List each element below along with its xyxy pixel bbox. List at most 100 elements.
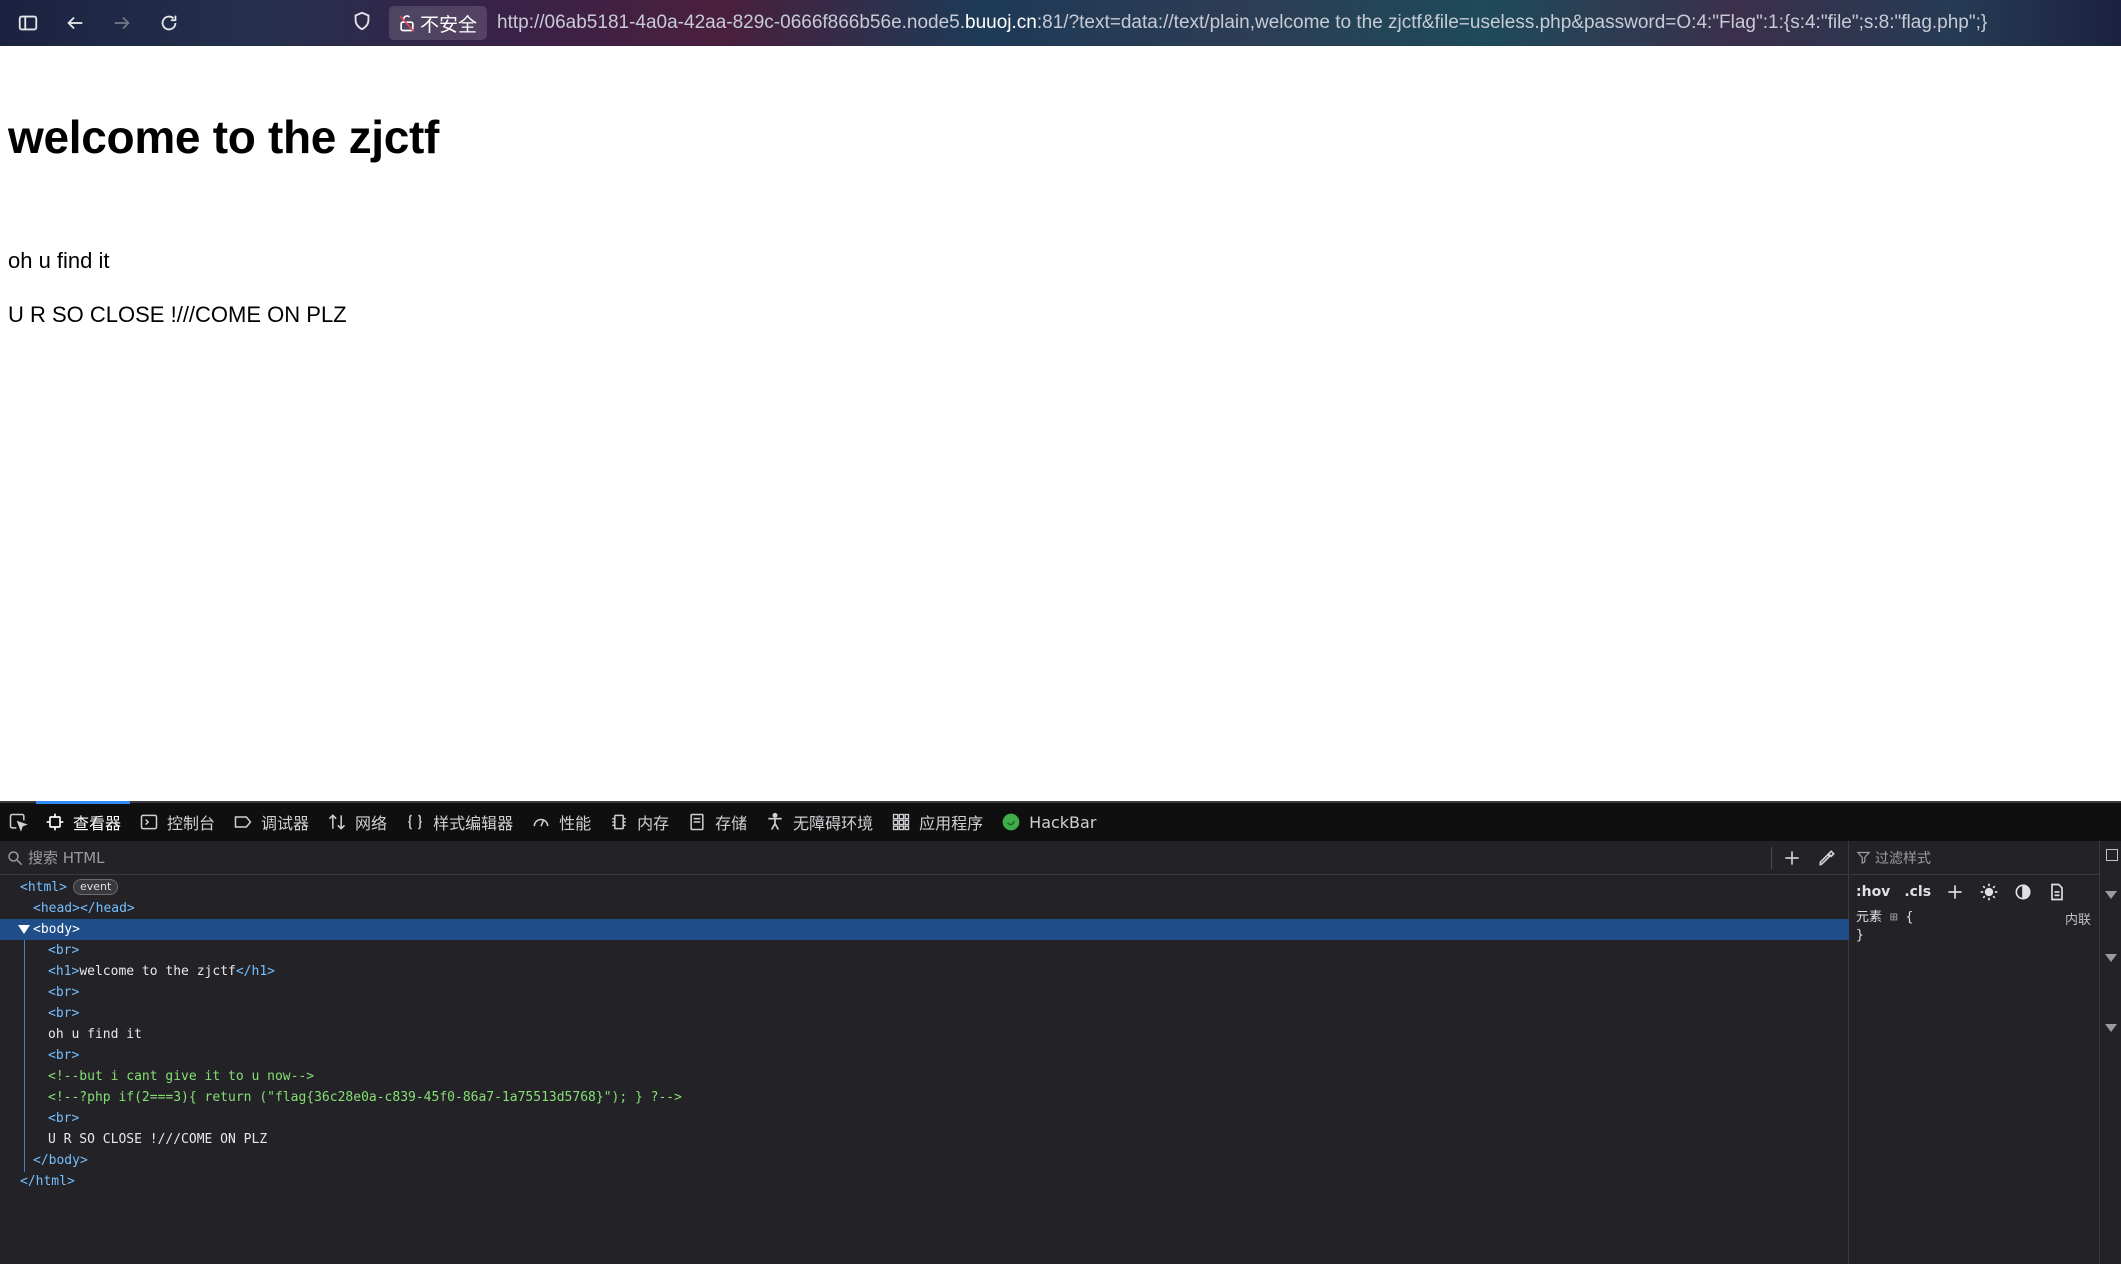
sun-icon	[1980, 883, 1998, 901]
performance-icon	[533, 818, 549, 827]
dom-node-html-close[interactable]: </html>	[0, 1171, 1849, 1192]
dom-comment-node[interactable]: <!--?php if(2===3){ return ("flag{36c28e…	[0, 1087, 1849, 1108]
back-icon[interactable]	[58, 6, 92, 40]
search-icon	[8, 850, 23, 865]
add-rule-button[interactable]	[1945, 882, 1965, 902]
tab-label: 网络	[355, 814, 388, 833]
tab-label: 性能	[559, 814, 592, 833]
dom-text-node[interactable]: oh u find it	[0, 1024, 1849, 1045]
application-icon	[892, 813, 910, 831]
dom-node-h1[interactable]: <h1>welcome to the zjctf</h1>	[0, 961, 1849, 982]
tab-memory[interactable]: 内存	[600, 803, 678, 841]
rules-toolbar: :hov .cls	[1850, 875, 2099, 909]
rule-source: 内联	[2064, 913, 2091, 928]
dom-node-html[interactable]: <html> event	[0, 877, 1849, 898]
cls-toggle[interactable]: .cls	[1904, 884, 1931, 900]
rule-close-brace: }	[1856, 928, 1864, 943]
dom-tag: <br>	[48, 1111, 80, 1126]
rule-open-brace: {	[1905, 910, 1914, 925]
hackbar-icon	[1002, 813, 1020, 831]
tab-hackbar[interactable]: HackBar	[992, 803, 1105, 841]
broken-lock-icon	[399, 15, 415, 32]
dom-comment-node[interactable]: <!--but i cant give it to u now-->	[0, 1066, 1849, 1087]
filter-styles-bar[interactable]: 过滤样式	[1850, 841, 2099, 875]
address-bar[interactable]: 不安全 http://06ab5181-4a0a-42aa-829c-0666f…	[345, 4, 1987, 42]
tab-label: 无障碍环境	[793, 814, 874, 833]
add-node-button[interactable]	[1779, 846, 1805, 870]
tab-label: HackBar	[1029, 812, 1097, 832]
reload-icon[interactable]	[152, 6, 186, 40]
tab-debugger[interactable]: 调试器	[224, 803, 318, 841]
forward-icon[interactable]	[105, 6, 139, 40]
dark-scheme-button[interactable]	[2013, 882, 2033, 902]
page-text-line-1: oh u find it	[8, 248, 110, 273]
markup-view: <html> event <head></head> <body> <br> <h…	[0, 841, 1849, 1264]
inspector-icon	[46, 813, 64, 831]
dom-node-br[interactable]: <br>	[0, 1108, 1849, 1129]
plus-icon	[1948, 885, 1962, 899]
storage-icon	[690, 813, 704, 831]
hov-toggle[interactable]: :hov	[1856, 884, 1890, 900]
element-picker-icon	[9, 813, 28, 832]
connection-insecure-badge[interactable]: 不安全	[389, 6, 488, 40]
dom-node-br[interactable]: <br>	[0, 982, 1849, 1003]
light-scheme-button[interactable]	[1979, 882, 1999, 902]
url-text[interactable]: http://06ab5181-4a0a-42aa-829c-0666f866b…	[497, 12, 1987, 34]
dom-node-br[interactable]: <br>	[0, 940, 1849, 961]
dom-node-head[interactable]: <head></head>	[0, 898, 1849, 919]
tab-style-editor[interactable]: 样式编辑器	[396, 803, 522, 841]
tab-console[interactable]: 控制台	[130, 803, 224, 841]
tab-network[interactable]: 网络	[318, 803, 396, 841]
tab-performance[interactable]: 性能	[522, 803, 600, 841]
dom-tree: <html> event <head></head> <body> <br> <h…	[0, 875, 1849, 1192]
dom-comment: <!--but i cant give it to u now-->	[48, 1069, 315, 1084]
chevron-down-icon[interactable]	[2105, 1024, 2117, 1032]
event-badge[interactable]: event	[72, 879, 119, 895]
dom-node-br[interactable]: <br>	[0, 1003, 1849, 1024]
tab-accessibility[interactable]: 无障碍环境	[756, 803, 882, 841]
search-html-input[interactable]	[28, 843, 1728, 872]
children-guide-line	[24, 940, 25, 1172]
page-text-line-2: U R SO CLOSE !///COME ON PLZ	[8, 302, 347, 327]
eyedropper-icon	[1819, 850, 1835, 867]
dom-text-node[interactable]: U R SO CLOSE !///COME ON PLZ	[0, 1129, 1849, 1150]
url-prefix: http://06ab5181-4a0a-42aa-829c-0666f866b…	[497, 12, 966, 33]
page-viewport: welcome to the zjctf oh u find it U R SO…	[0, 46, 2121, 801]
dom-tag: <head></head>	[33, 901, 135, 916]
element-rule[interactable]: 元素 ⊞ { } 内联	[1850, 909, 2099, 945]
dom-tag: </html>	[20, 1174, 75, 1189]
chevron-down-icon[interactable]	[2105, 954, 2117, 962]
search-html-bar	[0, 841, 1849, 875]
dom-tag: </h1>	[235, 964, 275, 979]
dom-node-body-selected[interactable]: <body>	[0, 919, 1849, 940]
collapse-arrow-icon[interactable]	[18, 925, 30, 934]
browser-toolbar: 不安全 http://06ab5181-4a0a-42aa-829c-0666f…	[0, 0, 2121, 46]
tracking-shield-icon[interactable]	[345, 4, 379, 38]
toolbar-divider	[1771, 847, 1772, 869]
element-picker-button[interactable]	[0, 803, 36, 841]
tab-label: 存储	[715, 814, 748, 833]
eyedropper-button[interactable]	[1814, 846, 1840, 870]
print-media-button[interactable]	[2047, 882, 2067, 902]
dom-tag: <h1>	[48, 964, 80, 979]
chevron-down-icon[interactable]	[2105, 891, 2117, 899]
insecure-label: 不安全	[420, 13, 478, 36]
dom-node-br[interactable]: <br>	[0, 1045, 1849, 1066]
style-editor-icon	[408, 814, 422, 830]
dom-text: oh u find it	[48, 1027, 142, 1042]
tab-storage[interactable]: 存储	[678, 803, 756, 841]
grid-icon: ⊞	[1889, 910, 1898, 925]
tab-label: 调试器	[261, 814, 310, 833]
expand-sidebar-icon[interactable]	[2106, 849, 2118, 861]
dom-text: U R SO CLOSE !///COME ON PLZ	[48, 1132, 268, 1147]
dom-tag: <html>	[20, 880, 67, 895]
url-host: buuoj.cn	[965, 12, 1037, 33]
tab-inspector[interactable]: 查看器	[36, 801, 131, 841]
tab-application[interactable]: 应用程序	[882, 803, 992, 841]
tab-label: 内存	[637, 814, 670, 833]
dom-tag: <body>	[33, 922, 80, 937]
sidebar-toggle-icon[interactable]	[11, 6, 45, 40]
dom-node-body-close[interactable]: </body>	[0, 1150, 1849, 1171]
plus-icon	[1785, 851, 1799, 865]
accessibility-icon	[768, 812, 782, 830]
